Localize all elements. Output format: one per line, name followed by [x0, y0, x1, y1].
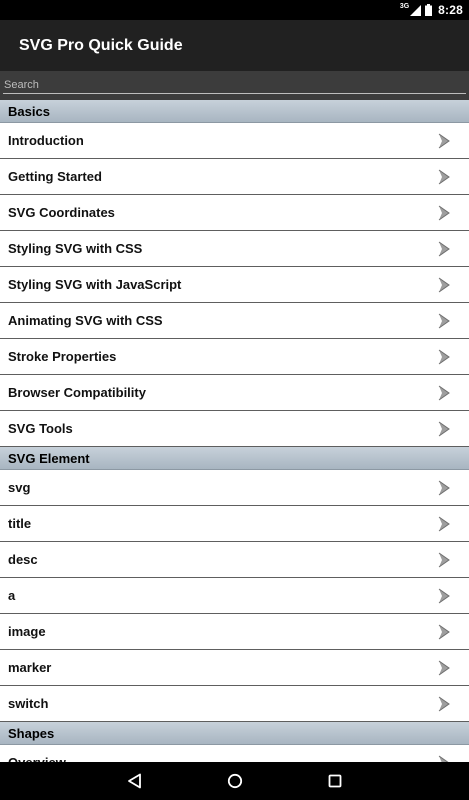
list-item-label: a [8, 588, 16, 603]
app-bar: SVG Pro Quick Guide [0, 20, 469, 71]
app-title: SVG Pro Quick Guide [19, 36, 183, 54]
navigation-bar [0, 762, 469, 800]
chevron-right-icon [438, 516, 450, 531]
chevron-right-icon [438, 385, 450, 400]
list-item[interactable]: SVG Coordinates [0, 195, 469, 231]
chevron-right-icon [438, 588, 450, 603]
chevron-right-icon [438, 277, 450, 292]
list-item[interactable]: image [0, 614, 469, 650]
section-header: SVG Element [0, 447, 469, 470]
search-input[interactable] [3, 76, 466, 94]
chevron-right-icon [438, 169, 450, 184]
back-icon [128, 773, 141, 789]
chevron-right-icon [438, 552, 450, 567]
list-item[interactable]: a [0, 578, 469, 614]
list-item-label: Overview [8, 755, 66, 762]
back-button[interactable] [110, 762, 160, 800]
chevron-right-icon [438, 660, 450, 675]
list-item[interactable]: desc [0, 542, 469, 578]
chevron-right-icon [438, 624, 450, 639]
list-item[interactable]: Styling SVG with JavaScript [0, 267, 469, 303]
list-item-label: switch [8, 696, 49, 711]
list-item-label: image [8, 624, 46, 639]
signal-icon [410, 4, 422, 16]
section-header: Shapes [0, 722, 469, 745]
network-type-label: 3G [399, 2, 410, 10]
list-item-label: desc [8, 552, 38, 567]
chevron-right-icon [438, 241, 450, 256]
list-item-label: marker [8, 660, 52, 675]
battery-icon [425, 4, 433, 16]
chevron-right-icon [438, 755, 450, 762]
list-item[interactable]: svg [0, 470, 469, 506]
list-item[interactable]: Styling SVG with CSS [0, 231, 469, 267]
list-item[interactable]: Stroke Properties [0, 339, 469, 375]
search-bar [0, 71, 469, 100]
list-item-label: Browser Compatibility [8, 385, 146, 400]
list-item[interactable]: Getting Started [0, 159, 469, 195]
chevron-right-icon [438, 133, 450, 148]
list-item[interactable]: Animating SVG with CSS [0, 303, 469, 339]
list-item-label: SVG Coordinates [8, 205, 115, 220]
chevron-right-icon [438, 313, 450, 328]
list-item[interactable]: Browser Compatibility [0, 375, 469, 411]
list-item[interactable]: switch [0, 686, 469, 722]
chevron-right-icon [438, 349, 450, 364]
chevron-right-icon [438, 421, 450, 436]
list-item-label: Styling SVG with JavaScript [8, 277, 182, 292]
chevron-right-icon [438, 205, 450, 220]
recents-icon [328, 774, 342, 788]
list-item[interactable]: SVG Tools [0, 411, 469, 447]
list-item-label: title [8, 516, 32, 531]
status-bar: 3G 8:28 [0, 0, 469, 20]
list-item[interactable]: marker [0, 650, 469, 686]
recents-button[interactable] [310, 762, 360, 800]
section-header: Basics [0, 100, 469, 123]
list-item-label: Getting Started [8, 169, 102, 184]
home-icon [227, 773, 243, 789]
guide-list[interactable]: Basics Introduction Getting Started SVG Coo… [0, 100, 469, 762]
list-item-label: svg [8, 480, 31, 495]
home-button[interactable] [210, 762, 260, 800]
list-item[interactable]: title [0, 506, 469, 542]
list-item-label: Introduction [8, 133, 84, 148]
chevron-right-icon [438, 480, 450, 495]
list-item-label: Stroke Properties [8, 349, 117, 364]
list-item-label: SVG Tools [8, 421, 73, 436]
list-item-label: Styling SVG with CSS [8, 241, 143, 256]
list-item[interactable]: Overview [0, 745, 469, 762]
list-item-label: Animating SVG with CSS [8, 313, 163, 328]
chevron-right-icon [438, 696, 450, 711]
list-item[interactable]: Introduction [0, 123, 469, 159]
app-root: 3G 8:28 SVG Pro Quick Guide Basics Introd… [0, 0, 469, 800]
clock: 8:28 [438, 3, 463, 17]
